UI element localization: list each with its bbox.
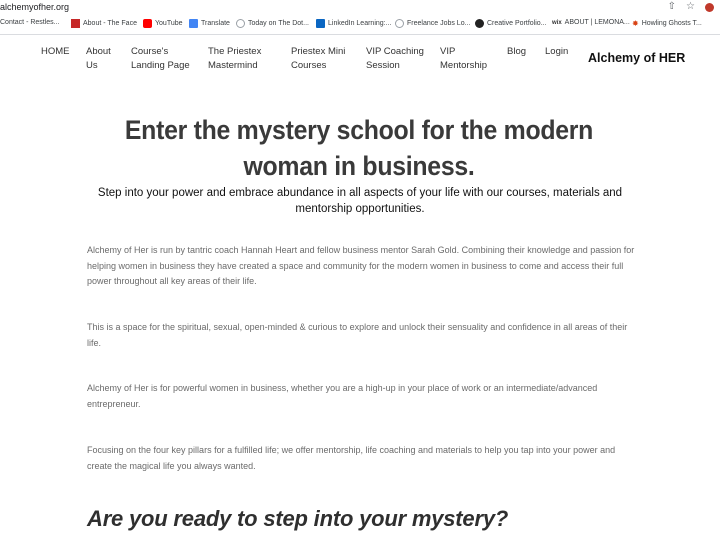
url-text[interactable]: alchemyofher.org	[0, 2, 69, 12]
nav-courses-landing-page[interactable]: Course's Landing Page	[131, 45, 197, 72]
nav-login[interactable]: Login	[545, 45, 579, 59]
linkedin-icon	[316, 19, 325, 28]
bookmark-5[interactable]: LinkedIn Learning:...	[316, 19, 391, 28]
translate-icon	[189, 19, 198, 28]
bookmark-6[interactable]: Freelance Jobs Lo...	[395, 19, 470, 28]
intro-paragraph: Alchemy of Her is run by tantric coach H…	[87, 245, 635, 286]
dark-circle-icon	[475, 19, 484, 28]
bookmark-7-label: Creative Portfolio...	[487, 20, 547, 27]
bookmark-5-label: LinkedIn Learning:...	[328, 20, 392, 27]
nav-priestex-mini-courses[interactable]: Priestex Mini Courses	[291, 45, 357, 72]
nav-home[interactable]: HOME	[41, 45, 81, 59]
browser-actions: ⇧ ☆	[668, 1, 714, 12]
bookmark-4[interactable]: Today on The Dot...	[236, 19, 309, 28]
bookmark-9[interactable]: ✸ Howling Ghosts T...	[632, 19, 702, 28]
globe-icon	[395, 19, 404, 28]
bookmarks-bar: Contact - Restles... About - The Face Yo…	[0, 16, 720, 35]
profile-avatar-icon[interactable]	[705, 3, 714, 12]
nav-vip-coaching-session[interactable]: VIP Coaching Session	[366, 45, 428, 72]
share-icon[interactable]: ⇧	[668, 1, 676, 12]
bookmark-3-label: Translate	[201, 20, 230, 27]
bookmark-8-label: ABOUT | LEMONA...	[564, 19, 630, 26]
hero-subtitle: Step into your power and embrace abundan…	[97, 187, 623, 215]
wix-icon: wix	[552, 19, 562, 26]
nav-blog[interactable]: Blog	[507, 45, 537, 59]
bookmark-0[interactable]: Contact - Restles...	[0, 19, 60, 26]
nav-about-us[interactable]: About Us	[86, 45, 122, 72]
bookmark-2[interactable]: YouTube	[143, 19, 183, 28]
globe-icon	[236, 19, 245, 28]
bookmark-4-label: Today on The Dot...	[248, 20, 309, 27]
ghost-icon: ✸	[632, 19, 639, 28]
star-icon[interactable]: ☆	[686, 1, 695, 12]
nav-priestex-mastermind[interactable]: The Priestex Mastermind	[208, 45, 274, 72]
bookmark-0-label: Contact - Restles...	[0, 19, 60, 26]
hero-title: Enter the mystery school for the modern …	[124, 115, 594, 181]
audience-paragraph: Alchemy of Her is for powerful women in …	[87, 383, 598, 409]
nav-vip-mentorship[interactable]: VIP Mentorship	[440, 45, 496, 72]
bookmark-9-label: Howling Ghosts T...	[641, 20, 702, 27]
bookmark-2-label: YouTube	[155, 20, 183, 27]
site-brand-logo[interactable]: Alchemy of HER	[588, 51, 685, 65]
bookmark-1-label: About - The Face	[83, 20, 137, 27]
space-paragraph: This is a space for the spiritual, sexua…	[87, 322, 628, 348]
bookmark-6-label: Freelance Jobs Lo...	[407, 20, 471, 27]
bookmark-3[interactable]: Translate	[189, 19, 230, 28]
red-square-icon	[71, 19, 80, 28]
bookmark-1[interactable]: About - The Face	[71, 19, 137, 28]
bookmark-8[interactable]: wix ABOUT | LEMONA...	[552, 19, 630, 26]
pillars-paragraph: Focusing on the four key pillars for a f…	[87, 445, 616, 471]
browser-address-bar: alchemyofher.org ⇧ ☆	[0, 0, 720, 16]
youtube-icon	[143, 19, 152, 28]
bookmark-7[interactable]: Creative Portfolio...	[475, 19, 547, 28]
cta-heading: Are you ready to step into your mystery?	[87, 506, 509, 531]
